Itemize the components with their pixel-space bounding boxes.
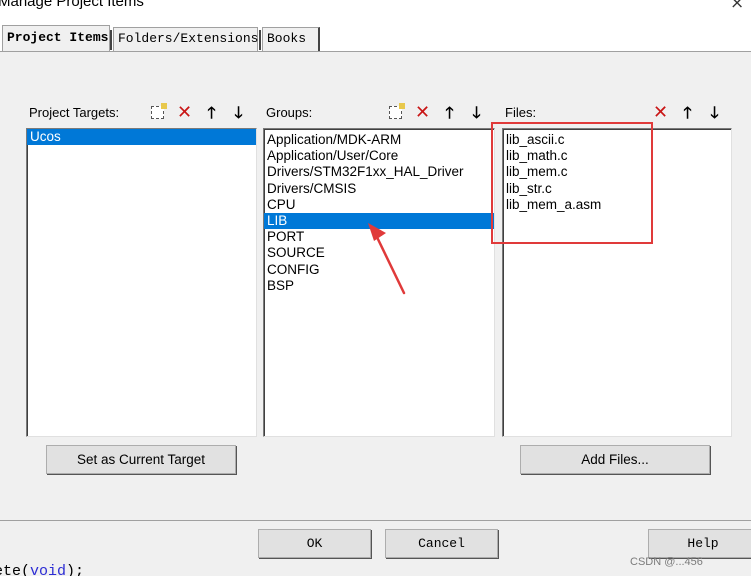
set-current-target-button[interactable]: Set as Current Target bbox=[46, 445, 236, 474]
title-bar: Manage Project Items × bbox=[0, 0, 751, 19]
help-button[interactable]: Help bbox=[648, 529, 751, 558]
tab-project-items[interactable]: Project Items bbox=[2, 25, 110, 51]
files-label: Files: bbox=[505, 105, 537, 120]
tab-folders-extensions[interactable]: Folders/Extensions bbox=[113, 27, 258, 51]
move-down-icon[interactable]: 🡓 bbox=[228, 102, 249, 123]
targets-list[interactable]: Ucos bbox=[26, 128, 257, 437]
list-item[interactable]: CPU bbox=[264, 197, 494, 213]
delete-icon[interactable]: ✕ bbox=[412, 102, 433, 123]
tab-books[interactable]: Books bbox=[262, 27, 320, 51]
tab-separator bbox=[110, 30, 112, 50]
tab-separator bbox=[259, 30, 261, 50]
move-up-icon[interactable]: 🡑 bbox=[201, 102, 222, 123]
move-up-icon[interactable]: 🡑 bbox=[677, 102, 698, 123]
list-item[interactable]: Application/User/Core bbox=[264, 148, 494, 164]
ok-button[interactable]: OK bbox=[258, 529, 371, 558]
targets-label: Project Targets: bbox=[29, 105, 120, 120]
code-fragment: ete(void); bbox=[0, 563, 85, 576]
move-down-icon[interactable]: 🡓 bbox=[704, 102, 725, 123]
list-item[interactable]: Drivers/CMSIS bbox=[264, 181, 494, 197]
move-up-icon[interactable]: 🡑 bbox=[439, 102, 460, 123]
list-item[interactable]: Application/MDK-ARM bbox=[264, 132, 494, 148]
list-item[interactable]: Ucos bbox=[27, 129, 256, 146]
annotation-highlight-box bbox=[491, 122, 653, 244]
watermark: CSDN @...456 bbox=[630, 556, 703, 568]
groups-label: Groups: bbox=[266, 105, 313, 120]
dialog-title: Manage Project Items bbox=[0, 0, 144, 10]
targets-header: Project Targets: ✕ 🡑 🡓 bbox=[26, 100, 257, 125]
new-item-icon[interactable] bbox=[147, 102, 168, 123]
list-item[interactable]: Drivers/STM32F1xx_HAL_Driver bbox=[264, 164, 494, 180]
groups-header: Groups: ✕ 🡑 🡓 bbox=[263, 100, 495, 125]
move-down-icon[interactable]: 🡓 bbox=[466, 102, 487, 123]
cancel-button[interactable]: Cancel bbox=[385, 529, 498, 558]
delete-icon[interactable]: ✕ bbox=[174, 102, 195, 123]
close-icon[interactable]: × bbox=[730, 0, 744, 13]
delete-icon[interactable]: ✕ bbox=[650, 102, 671, 123]
manage-project-items-dialog: Manage Project Items × Project Items Fol… bbox=[0, 0, 751, 576]
new-item-icon[interactable] bbox=[385, 102, 406, 123]
add-files-button[interactable]: Add Files... bbox=[520, 445, 710, 474]
annotation-arrow-icon bbox=[368, 223, 406, 295]
